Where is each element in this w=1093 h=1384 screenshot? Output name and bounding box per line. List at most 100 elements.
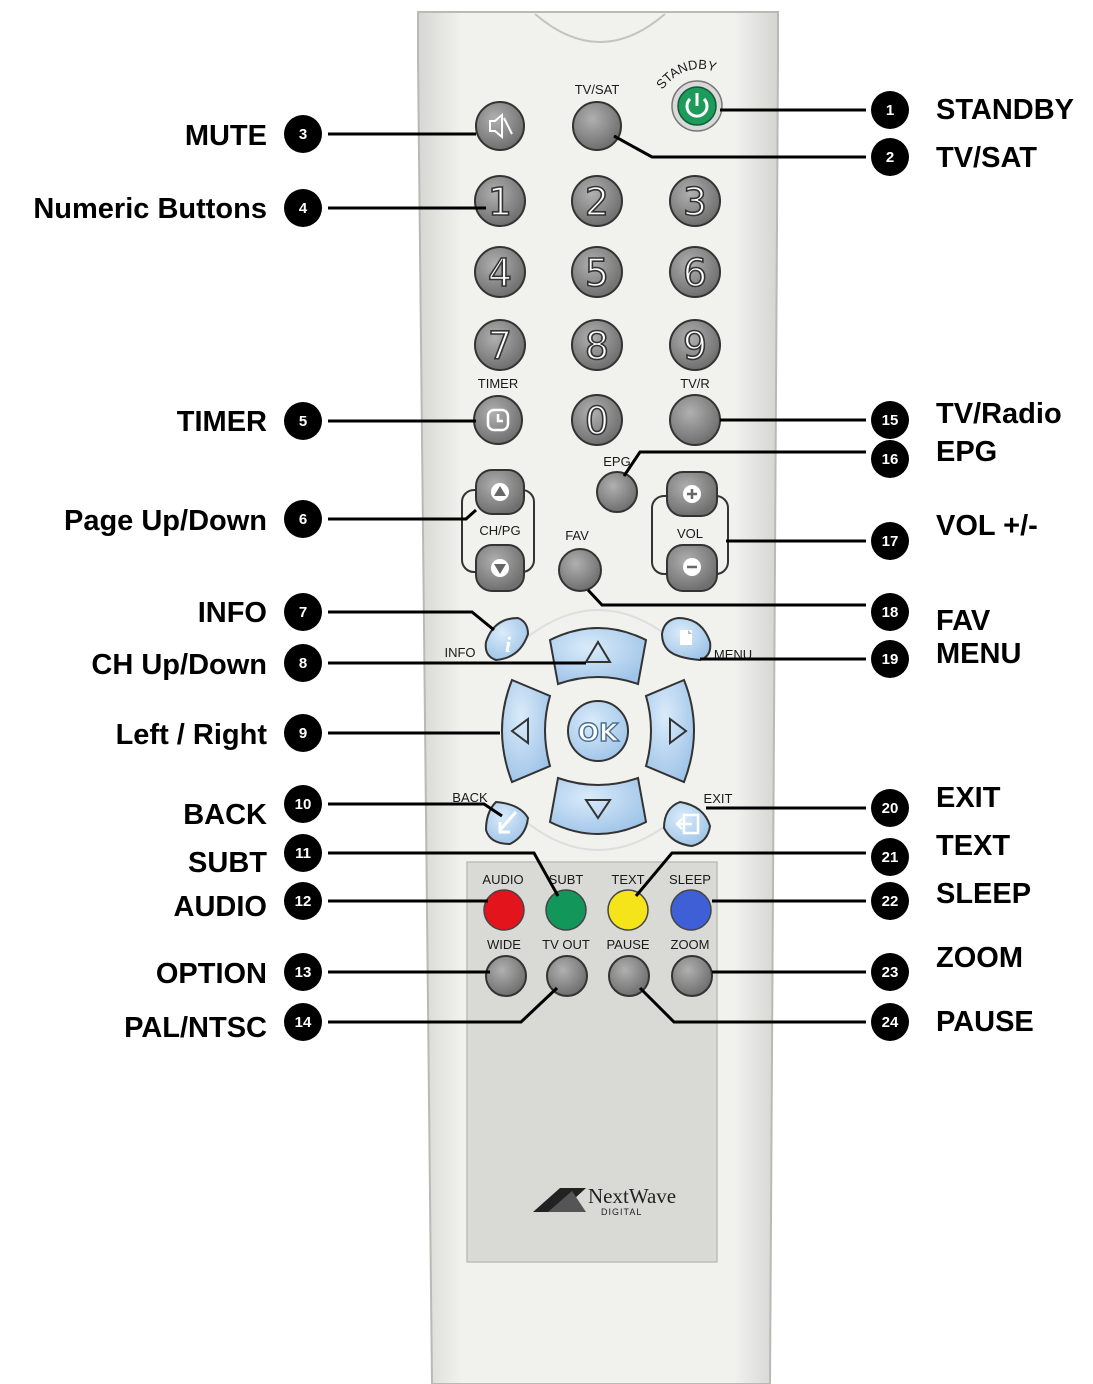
- fav-button[interactable]: [558, 548, 602, 592]
- callout-number: 19: [882, 651, 899, 668]
- callout-7: INFO 7: [198, 593, 322, 631]
- callout-label: OPTION: [156, 958, 267, 990]
- digit-label: 2: [585, 180, 609, 224]
- ch-pg-label: CH/PG: [479, 523, 520, 538]
- callout-number: 1: [886, 102, 894, 119]
- green-subt-button[interactable]: [545, 889, 587, 931]
- epg-button[interactable]: [596, 471, 638, 513]
- arrow-up-icon: [491, 483, 509, 501]
- callout-3: MUTE 3: [185, 115, 322, 153]
- digit-button-0[interactable]: 0: [571, 394, 623, 446]
- callout-number: 9: [299, 725, 307, 742]
- zoom-label: ZOOM: [671, 937, 710, 952]
- tv-sat-label: TV/SAT: [575, 82, 620, 97]
- callout-number: 23: [882, 964, 899, 981]
- volume-down-button[interactable]: [666, 544, 718, 592]
- callout-label: MENU: [936, 638, 1021, 670]
- callout-label: PAUSE: [936, 1006, 1034, 1038]
- callout-number: 15: [882, 412, 899, 429]
- arrow-down-icon: [491, 559, 509, 577]
- channel-down-button[interactable]: [548, 776, 648, 835]
- zoom-button[interactable]: [671, 955, 713, 997]
- yellow-text-button[interactable]: [607, 889, 649, 931]
- digit-button-6[interactable]: 6: [669, 246, 721, 298]
- callout-label: MUTE: [185, 120, 267, 152]
- digit-button-3[interactable]: 3: [669, 175, 721, 227]
- info-icon: i: [505, 632, 512, 657]
- callout-label: SLEEP: [936, 878, 1031, 910]
- callout-label: Numeric Buttons: [33, 193, 267, 225]
- callout-19: 19 MENU: [871, 638, 1021, 678]
- callout-number: 7: [299, 604, 307, 621]
- callout-number: 2: [886, 149, 894, 166]
- callout-label: TIMER: [177, 406, 267, 438]
- callout-13: OPTION 13: [156, 953, 322, 991]
- callout-16: 16 EPG: [871, 436, 997, 478]
- callout-number: 12: [295, 893, 312, 910]
- callout-label: Page Up/Down: [64, 505, 267, 537]
- callout-number: 24: [882, 1014, 899, 1031]
- red-audio-button[interactable]: [483, 889, 525, 931]
- digit-button-2[interactable]: 2: [571, 175, 623, 227]
- callout-5: TIMER 5: [177, 402, 322, 440]
- channel-up-button[interactable]: [548, 627, 648, 686]
- digit-label: 4: [488, 251, 512, 295]
- callout-15: 15 TV/Radio: [871, 398, 1062, 439]
- digit-label: 1: [488, 180, 512, 224]
- callout-label: INFO: [198, 597, 267, 629]
- callout-label: TV/Radio: [936, 398, 1062, 430]
- callout-2: 2 TV/SAT: [871, 138, 1037, 176]
- sleep-label: SLEEP: [669, 872, 711, 887]
- info-label: INFO: [444, 645, 475, 660]
- mute-button[interactable]: [475, 101, 525, 151]
- volume-up-button[interactable]: [666, 471, 718, 517]
- digit-button-8[interactable]: 8: [571, 319, 623, 371]
- right-button[interactable]: [644, 678, 695, 784]
- callout-20: 20 EXIT: [871, 782, 1001, 827]
- callout-1: 1 STANDBY: [871, 91, 1074, 129]
- callout-12: AUDIO 12: [174, 882, 322, 923]
- left-button[interactable]: [501, 678, 552, 784]
- callout-number: 22: [882, 893, 899, 910]
- callout-number: 6: [299, 511, 307, 528]
- ok-button[interactable]: OK: [567, 700, 629, 762]
- digit-label: 3: [683, 180, 707, 224]
- subt-label: SUBT: [549, 872, 584, 887]
- digit-label: 8: [585, 324, 609, 368]
- plus-icon: [683, 485, 701, 503]
- callout-label: ZOOM: [936, 942, 1023, 974]
- digit-button-9[interactable]: 9: [669, 319, 721, 371]
- audio-label: AUDIO: [482, 872, 523, 887]
- callout-23: 23 ZOOM: [871, 942, 1023, 991]
- callout-number: 5: [299, 413, 307, 430]
- callout-label: CH Up/Down: [91, 649, 267, 681]
- digit-button-7[interactable]: 7: [474, 319, 526, 371]
- menu-icon: [680, 630, 692, 645]
- digit-button-1[interactable]: 1: [474, 175, 526, 227]
- brand-name: NextWave: [588, 1184, 676, 1208]
- left-callouts: MUTE 3 Numeric Buttons 4 TIMER 5 Page Up/Do…: [33, 115, 322, 1044]
- callout-9: Left / Right 9: [116, 714, 322, 752]
- blue-sleep-button[interactable]: [670, 889, 712, 931]
- callout-4: Numeric Buttons 4: [33, 189, 322, 227]
- wide-button[interactable]: [485, 955, 527, 997]
- page-up-button[interactable]: [475, 469, 525, 515]
- digit-button-5[interactable]: 5: [571, 246, 623, 298]
- brand-sub: DIGITAL: [601, 1207, 642, 1217]
- tv-radio-button[interactable]: [669, 394, 721, 446]
- epg-label: EPG: [603, 454, 630, 469]
- text-label: TEXT: [611, 872, 644, 887]
- callout-number: 18: [882, 604, 899, 621]
- tv-sat-button[interactable]: [572, 101, 622, 151]
- right-callouts: 1 STANDBY 2 TV/SAT 15 TV/Radio 16 EPG 17 VOL …: [871, 91, 1074, 1041]
- callout-17: 17 VOL +/-: [871, 510, 1038, 560]
- timer-button[interactable]: [473, 395, 523, 445]
- page-down-button[interactable]: [475, 544, 525, 592]
- callout-number: 8: [299, 655, 307, 672]
- wide-label: WIDE: [487, 937, 521, 952]
- minus-icon: [683, 558, 701, 576]
- callout-number: 3: [299, 126, 307, 143]
- digit-label: 9: [683, 324, 707, 368]
- digit-button-4[interactable]: 4: [474, 246, 526, 298]
- digit-label: 5: [585, 251, 609, 295]
